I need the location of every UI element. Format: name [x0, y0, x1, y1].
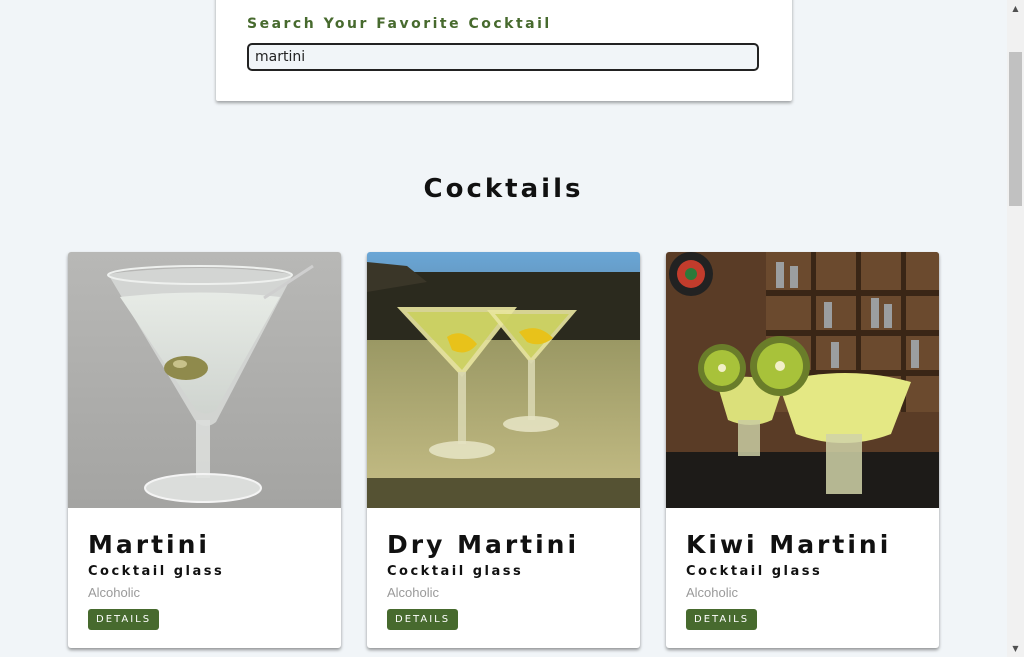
- cocktail-card: Martini Cocktail glass Alcoholic DETAILS: [68, 252, 341, 648]
- scroll-down-arrow-icon[interactable]: ▼: [1007, 640, 1024, 657]
- cocktail-glass: Cocktail glass: [88, 564, 225, 579]
- page: Search Your Favorite Cocktail Cocktails: [0, 0, 1007, 657]
- cocktail-image-dry-martini: [367, 252, 640, 508]
- cocktail-name: Martini: [88, 530, 210, 559]
- card-body: Martini Cocktail glass Alcoholic DETAILS: [68, 508, 341, 630]
- scrollbar-thumb[interactable]: [1009, 52, 1022, 206]
- card-body: Dry Martini Cocktail glass Alcoholic DET…: [367, 508, 640, 630]
- section-title: Cocktails: [423, 174, 584, 204]
- cocktail-type: Alcoholic: [88, 585, 141, 600]
- cocktail-glass: Cocktail glass: [686, 564, 823, 579]
- vertical-scrollbar[interactable]: ▲ ▼: [1007, 0, 1024, 657]
- cocktail-card: Kiwi Martini Cocktail glass Alcoholic DE…: [666, 252, 939, 648]
- cocktail-card: Dry Martini Cocktail glass Alcoholic DET…: [367, 252, 640, 648]
- scroll-up-arrow-icon[interactable]: ▲: [1007, 0, 1024, 17]
- search-form: Search Your Favorite Cocktail: [216, 0, 792, 101]
- cocktail-glass: Cocktail glass: [387, 564, 524, 579]
- search-input[interactable]: [247, 43, 759, 71]
- cocktail-name: Kiwi Martini: [686, 530, 892, 559]
- cocktail-image-kiwi-martini: [666, 252, 939, 508]
- cocktail-type: Alcoholic: [686, 585, 739, 600]
- cocktail-image-martini: [68, 252, 341, 508]
- details-button[interactable]: DETAILS: [686, 609, 758, 630]
- search-label: Search Your Favorite Cocktail: [247, 16, 552, 32]
- cocktail-type: Alcoholic: [387, 585, 440, 600]
- cocktail-name: Dry Martini: [387, 530, 580, 559]
- card-body: Kiwi Martini Cocktail glass Alcoholic DE…: [666, 508, 939, 630]
- details-button[interactable]: DETAILS: [387, 609, 459, 630]
- details-button[interactable]: DETAILS: [88, 609, 160, 630]
